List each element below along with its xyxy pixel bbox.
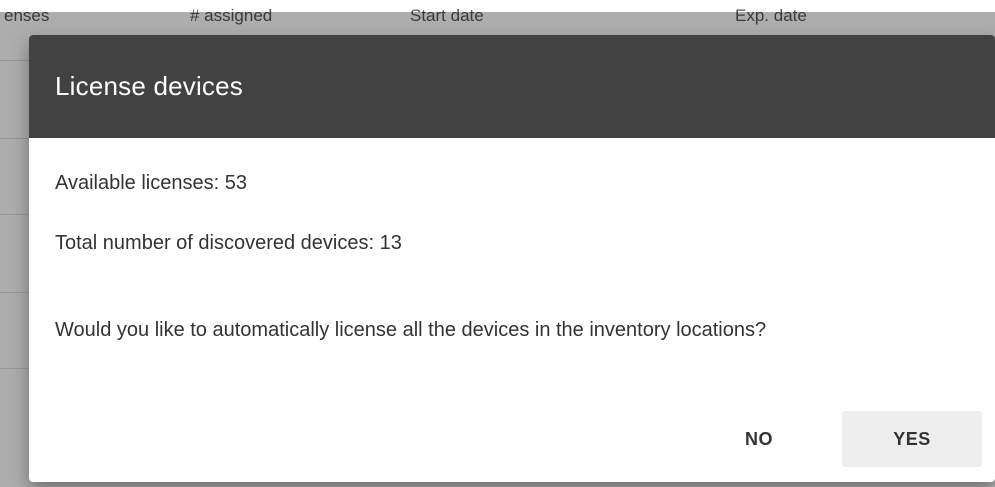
no-button[interactable]: NO [717,411,801,467]
dialog-title: License devices [55,71,243,101]
license-devices-dialog: License devices Available licenses: 53 T… [29,35,995,482]
discovered-devices-text: Total number of discovered devices: 13 [55,232,402,254]
dialog-header: License devices [29,35,995,138]
license-confirmation-question: Would you like to automatically license … [55,319,767,341]
yes-button[interactable]: YES [842,411,982,467]
available-licenses-text: Available licenses: 53 [55,172,247,194]
